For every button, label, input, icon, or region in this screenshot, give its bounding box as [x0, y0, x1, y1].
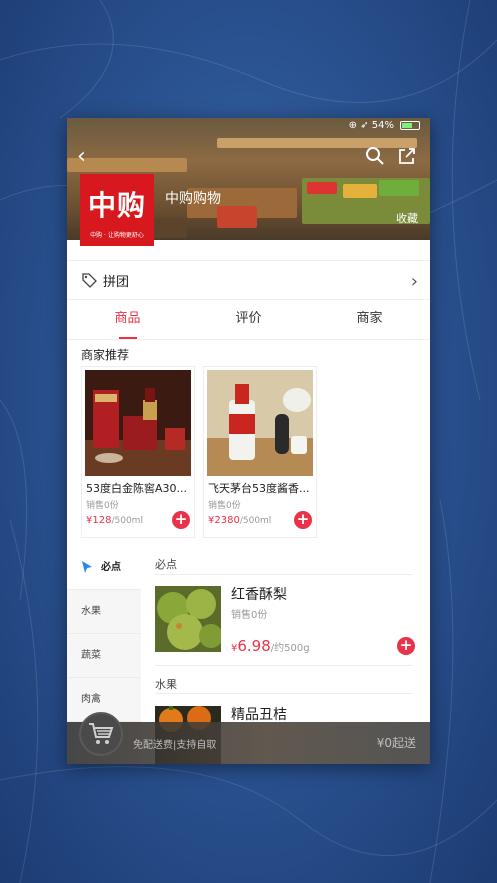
app-screen: ⊕ ➶ 54% ‹ 中购购物 收藏 中购 中购 · 让购物更舒心 拼团 › 商品…: [67, 118, 430, 764]
product-name: 红香酥梨: [231, 587, 287, 603]
add-to-cart-button[interactable]: +: [172, 511, 190, 529]
divider: [155, 574, 413, 575]
category-item-vegetables[interactable]: 蔬菜: [67, 634, 141, 678]
tab-merchant[interactable]: 商家: [309, 302, 430, 339]
product-price: ¥6.98/约500g: [231, 637, 310, 655]
divider: [155, 665, 413, 666]
store-logo: 中购 中购 · 让购物更舒心: [80, 174, 154, 246]
group-buy-label: 拼团: [103, 274, 130, 290]
category-item-fruit[interactable]: 水果: [67, 590, 141, 634]
product-price: ¥2380/500ml: [208, 515, 272, 526]
product-image[interactable]: [155, 586, 221, 652]
shopping-cart-icon: [89, 723, 114, 744]
recommend-card[interactable]: 飞天茅台53度酱香... 销售0份 ¥2380/500ml +: [203, 366, 317, 538]
product-name: 精品丑桔: [231, 707, 287, 723]
product-name: 飞天茅台53度酱香...: [208, 482, 310, 495]
add-to-cart-button[interactable]: +: [397, 637, 415, 655]
product-image: [207, 370, 313, 476]
status-text: ⊕ ➶ 54%: [348, 120, 394, 131]
battery-icon: [400, 121, 420, 130]
delivery-info: 免配送费|支持自取: [133, 740, 217, 751]
sold-count: 销售0份: [86, 501, 119, 511]
logo-text: 中购: [87, 189, 146, 222]
category-item-must-order[interactable]: 必点: [67, 546, 141, 590]
chevron-right-icon: ›: [410, 271, 418, 292]
store-name: 中购购物: [165, 191, 221, 207]
product-image: [85, 370, 191, 476]
recommend-card[interactable]: 53度白金陈窖A30... 销售0份 ¥128/500ml +: [81, 366, 195, 538]
divider: [155, 693, 413, 694]
logo-slogan: 中购 · 让购物更舒心: [90, 232, 144, 239]
status-bar: ⊕ ➶ 54%: [349, 120, 420, 131]
product-name: 53度白金陈窖A30...: [86, 482, 188, 495]
search-icon[interactable]: [365, 146, 385, 170]
section-title: 水果: [155, 678, 177, 691]
section-title: 必点: [155, 558, 177, 571]
group-buy-row[interactable]: 拼团 ›: [67, 260, 430, 300]
tab-reviews[interactable]: 评价: [188, 302, 309, 339]
sold-count: 销售0份: [208, 501, 241, 511]
add-to-cart-button[interactable]: +: [294, 511, 312, 529]
back-button[interactable]: ‹: [77, 146, 86, 168]
favorite-button[interactable]: 收藏: [396, 210, 418, 226]
cursor-icon: [82, 561, 92, 573]
min-order-button[interactable]: ¥0起送: [377, 734, 416, 751]
tab-goods[interactable]: 商品: [67, 302, 188, 339]
tab-bar: 商品 评价 商家: [67, 302, 430, 340]
share-icon[interactable]: [397, 146, 417, 170]
recommend-title: 商家推荐: [81, 348, 130, 362]
sold-count: 销售0份: [231, 610, 268, 621]
tag-icon: [82, 273, 97, 288]
product-price: ¥128/500ml: [86, 515, 143, 526]
cart-button[interactable]: [79, 712, 123, 756]
cart-bar: 免配送费|支持自取 ¥0起送: [67, 712, 430, 764]
